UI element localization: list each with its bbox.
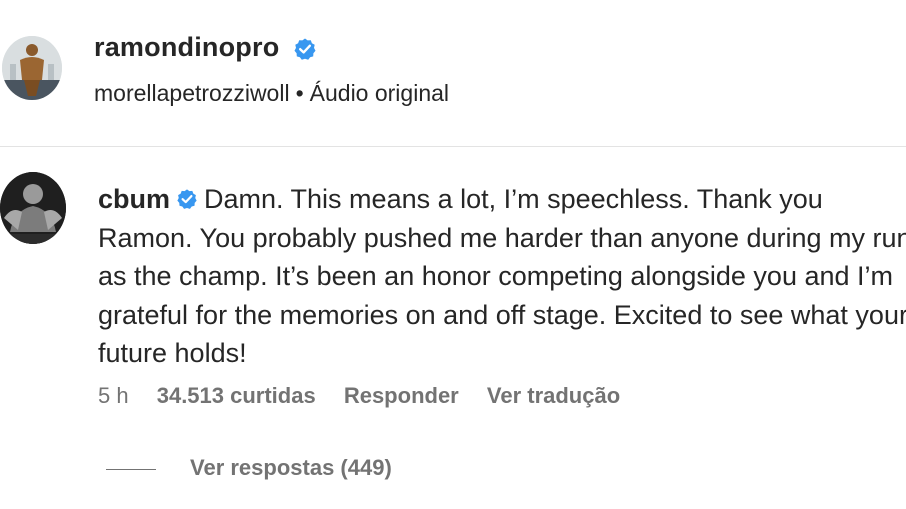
post-username[interactable]: ramondinopro bbox=[94, 32, 317, 63]
avatar-photo-icon bbox=[2, 36, 62, 100]
comment-text: Damn. This means a lot, I’m speechless. … bbox=[98, 184, 906, 368]
comment-username[interactable]: cbum bbox=[98, 184, 170, 214]
post-audio-line: morellapetrozziwoll • Áudio original bbox=[94, 80, 449, 107]
comment-author-avatar[interactable] bbox=[0, 172, 66, 244]
post-username-text[interactable]: ramondinopro bbox=[94, 32, 279, 62]
verified-badge-icon bbox=[294, 38, 316, 60]
instagram-comment-view: ramondinopro morellapetrozziwoll • Áudio o… bbox=[0, 0, 906, 509]
reply-button[interactable]: Responder bbox=[344, 383, 459, 408]
comment-meta: 5 h 34.513 curtidas Responder Ver traduç… bbox=[98, 383, 642, 409]
avatar-photo-icon bbox=[0, 172, 66, 244]
view-replies-label[interactable]: Ver respostas (449) bbox=[190, 455, 392, 480]
audio-author-link[interactable]: morellapetrozziwoll bbox=[94, 80, 290, 106]
replies-divider-line bbox=[106, 468, 156, 470]
post-author-avatar[interactable] bbox=[2, 36, 62, 100]
view-replies-button[interactable]: Ver respostas (449) bbox=[106, 455, 392, 481]
audio-original-link[interactable]: Áudio original bbox=[310, 80, 449, 106]
comment-likes[interactable]: 34.513 curtidas bbox=[157, 383, 316, 408]
comment-body: cbum Damn. This means a lot, I’m speechl… bbox=[98, 180, 906, 373]
comment-time[interactable]: 5 h bbox=[98, 383, 129, 408]
see-translation-button[interactable]: Ver tradução bbox=[487, 383, 620, 408]
separator-dot: • bbox=[295, 80, 304, 106]
verified-badge-icon bbox=[177, 189, 197, 209]
post-header: ramondinopro morellapetrozziwoll • Áudio o… bbox=[0, 0, 906, 147]
